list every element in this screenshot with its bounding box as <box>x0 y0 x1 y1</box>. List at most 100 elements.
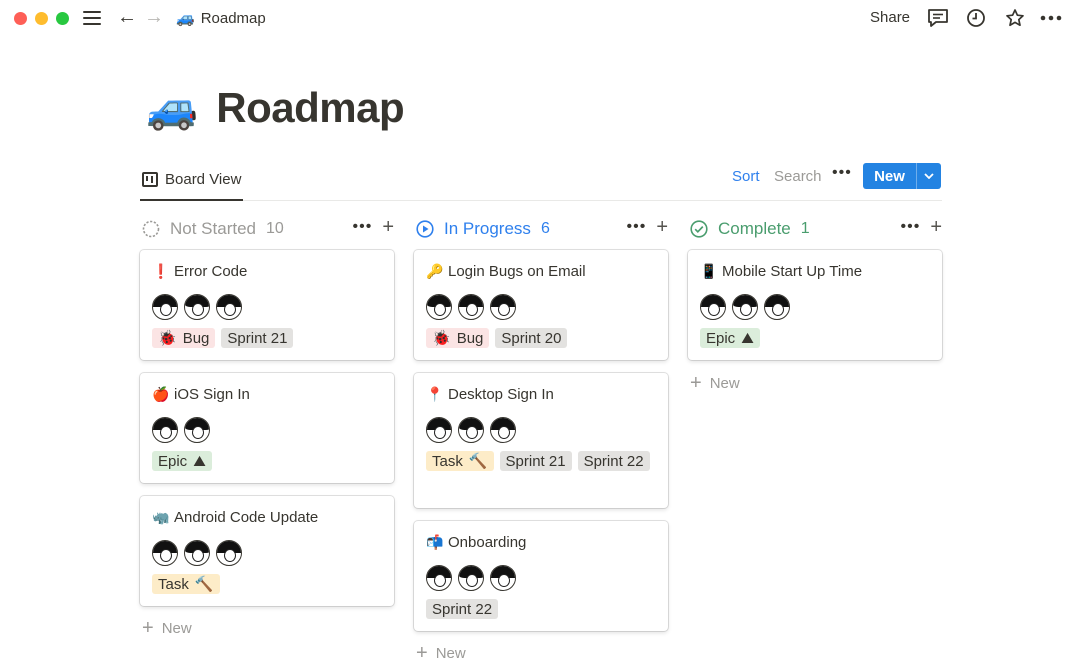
assignees <box>426 417 656 443</box>
history-icon[interactable] <box>964 6 988 30</box>
tag-sprint[interactable]: Sprint 22 <box>577 451 650 471</box>
tag-bug[interactable]: 🐞 Bug <box>152 328 216 348</box>
new-button-label[interactable]: New <box>863 163 917 189</box>
tag-sprint[interactable]: Sprint 22 <box>426 599 499 619</box>
column-more-icon[interactable]: ••• <box>627 218 647 236</box>
column-add-icon[interactable]: + <box>656 217 668 237</box>
add-new-card-button[interactable]: + New <box>142 618 192 638</box>
breadcrumb[interactable]: 🚙 Roadmap <box>176 9 266 28</box>
search-button[interactable]: Search <box>774 168 822 185</box>
apple-icon: 🍎 <box>152 385 170 402</box>
maximize-window-button[interactable] <box>56 12 69 25</box>
card-title: 🍎 iOS Sign In <box>152 383 382 405</box>
add-new-card-button[interactable]: + New <box>416 643 466 663</box>
column-count: 6 <box>540 220 550 237</box>
card-title: 🔑 Login Bugs on Email <box>426 260 656 282</box>
plus-icon: + <box>142 617 154 639</box>
column-more-icon[interactable]: ••• <box>901 218 921 236</box>
tab-board-view[interactable]: Board View <box>140 160 244 201</box>
avatar[interactable] <box>184 294 210 320</box>
tag-label: Epic <box>706 329 736 347</box>
avatar[interactable] <box>458 294 484 320</box>
tag-task[interactable]: Task 🔨 <box>152 574 220 594</box>
forward-arrow-icon[interactable]: → <box>144 6 164 29</box>
avatar[interactable] <box>458 417 484 443</box>
avatar[interactable] <box>216 540 242 566</box>
column-header: In Progress 6 ••• + <box>414 216 668 242</box>
avatar[interactable] <box>216 294 242 320</box>
avatar[interactable] <box>458 565 484 591</box>
card[interactable]: ❗ Error Code 🐞 Bug Sprint 21 <box>140 250 394 360</box>
sort-button[interactable]: Sort <box>732 168 760 185</box>
tag-epic[interactable]: Epic ⛰ <box>152 451 212 471</box>
avatar[interactable] <box>152 417 178 443</box>
column-add-icon[interactable]: + <box>382 217 394 237</box>
card[interactable]: 📍 Desktop Sign In Task 🔨 Sprint 21 Sprint… <box>414 373 668 508</box>
car-icon[interactable]: 🚙 <box>146 87 198 129</box>
avatar[interactable] <box>732 294 758 320</box>
more-icon[interactable] <box>1039 6 1063 30</box>
avatar[interactable] <box>490 565 516 591</box>
card-tags: Sprint 22 <box>426 599 652 619</box>
tag-label: Task <box>432 452 463 470</box>
avatar[interactable] <box>700 294 726 320</box>
card-title-text: Onboarding <box>448 533 527 551</box>
board-view-icon <box>142 172 158 187</box>
card[interactable]: 🔑 Login Bugs on Email 🐞 Bug Sprint 20 <box>414 250 668 360</box>
page-header: 🚙 Roadmap <box>146 84 405 132</box>
minimize-window-button[interactable] <box>35 12 48 25</box>
tag-bug[interactable]: 🐞 Bug <box>426 328 490 348</box>
column-more-icon[interactable]: ••• <box>353 218 373 236</box>
new-button[interactable]: New <box>863 163 941 189</box>
card[interactable]: 🦏 Android Code Update Task 🔨 <box>140 496 394 606</box>
comments-icon[interactable] <box>926 6 950 30</box>
hammer-icon: 🔨 <box>194 575 214 593</box>
avatar[interactable] <box>426 417 452 443</box>
avatar[interactable] <box>426 294 452 320</box>
card[interactable]: 📬 Onboarding Sprint 22 <box>414 521 668 631</box>
star-icon[interactable] <box>1003 6 1027 30</box>
column-title: In Progress <box>444 219 531 238</box>
status-not-started-icon <box>142 220 160 238</box>
column-add-icon[interactable]: + <box>930 217 942 237</box>
card-title-text: iOS Sign In <box>174 385 250 403</box>
avatar[interactable] <box>764 294 790 320</box>
avatar[interactable] <box>152 294 178 320</box>
card-tags: 🐞 Bug Sprint 20 <box>426 328 652 348</box>
tag-label: Bug <box>456 329 484 347</box>
avatar[interactable] <box>490 294 516 320</box>
close-window-button[interactable] <box>14 12 27 25</box>
tag-epic[interactable]: Epic ⛰ <box>700 328 760 348</box>
tag-sprint[interactable]: Sprint 20 <box>495 328 568 348</box>
new-label: New <box>435 644 466 662</box>
window-controls <box>14 12 69 25</box>
card-title: 📬 Onboarding <box>426 531 656 553</box>
plus-icon: + <box>416 642 428 664</box>
sidebar-menu-icon[interactable] <box>82 9 102 27</box>
page-title[interactable]: Roadmap <box>216 84 404 132</box>
card-tags: 🐞 Bug Sprint 21 <box>152 328 378 348</box>
assignees <box>700 294 930 320</box>
tag-task[interactable]: Task 🔨 <box>426 451 494 471</box>
tag-sprint[interactable]: Sprint 21 <box>221 328 294 348</box>
avatar[interactable] <box>426 565 452 591</box>
avatar[interactable] <box>184 417 210 443</box>
key-icon: 🔑 <box>426 262 444 279</box>
chevron-down-icon[interactable] <box>917 163 941 189</box>
card[interactable]: 📱 Mobile Start Up Time Epic ⛰ <box>688 250 942 360</box>
assignees <box>426 565 656 591</box>
card-title: ❗ Error Code <box>152 260 382 282</box>
column-not-started: Not Started 10 ••• + ❗ Error Code 🐞 Bug S… <box>140 216 394 638</box>
avatar[interactable] <box>184 540 210 566</box>
view-options-more-icon[interactable]: ••• <box>832 164 852 182</box>
card-title-text: Mobile Start Up Time <box>722 262 863 280</box>
column-title: Not Started <box>170 219 256 238</box>
hammer-icon: 🔨 <box>468 452 488 470</box>
avatar[interactable] <box>152 540 178 566</box>
add-new-card-button[interactable]: + New <box>690 373 740 393</box>
card[interactable]: 🍎 iOS Sign In Epic ⛰ <box>140 373 394 483</box>
back-arrow-icon[interactable]: ← <box>117 6 137 29</box>
share-button[interactable]: Share <box>870 9 910 26</box>
tag-sprint[interactable]: Sprint 21 <box>499 451 572 471</box>
avatar[interactable] <box>490 417 516 443</box>
